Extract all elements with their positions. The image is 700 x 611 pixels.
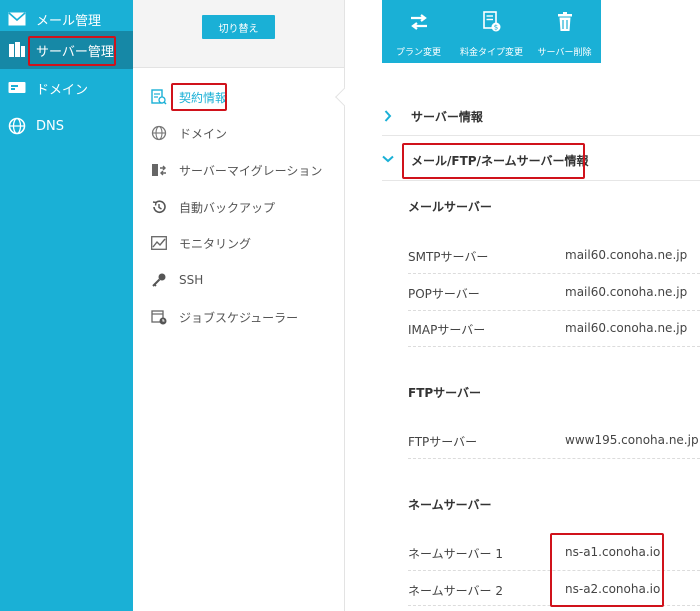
mail-icon	[6, 8, 28, 30]
swap-arrows-icon	[408, 11, 430, 33]
row-divider	[408, 273, 700, 274]
submenu-item-monitoring[interactable]: モニタリング	[150, 231, 251, 255]
highlight-box	[550, 533, 664, 607]
row-divider	[408, 458, 700, 459]
nameserver-title: ネームサーバー	[408, 498, 492, 512]
submenu-item-backup[interactable]: 自動バックアップ	[150, 195, 275, 219]
row-divider	[408, 346, 700, 347]
trash-icon	[554, 11, 576, 33]
main-content: プラン変更 $ 料金タイプ変更 サーバー削除 サーバー情報 メール/FTP/ネー…	[345, 0, 700, 611]
contract-icon	[150, 88, 168, 106]
smtp-server-label: SMTPサーバー	[408, 250, 489, 264]
svg-text:$: $	[493, 24, 497, 32]
chevron-right-icon[interactable]	[382, 110, 394, 122]
nav-item-label: メール管理	[36, 13, 102, 29]
highlight-box	[402, 143, 585, 179]
scheduler-icon	[150, 308, 168, 326]
submenu-item-label: 自動バックアップ	[179, 200, 276, 215]
section-header-server-info[interactable]: サーバー情報	[411, 104, 483, 128]
domain-icon	[6, 77, 28, 99]
row-divider	[408, 310, 700, 311]
nav-item-dns[interactable]: DNS	[0, 107, 133, 145]
server-delete-label: サーバー削除	[537, 48, 592, 58]
plan-change-label: プラン変更	[395, 48, 441, 58]
submenu-item-label: SSH	[179, 273, 204, 287]
submenu-item-ssh[interactable]: SSH	[150, 268, 203, 292]
pop-server-value: mail60.conoha.ne.jp	[565, 285, 688, 299]
nav-item-label: ドメイン	[36, 82, 89, 98]
migration-icon	[150, 161, 168, 179]
nameserver-2-label: ネームサーバー 2	[408, 584, 503, 598]
submenu-item-label: サーバーマイグレーション	[179, 163, 323, 178]
price-document-icon: $	[481, 11, 503, 33]
submenu-item-migration[interactable]: サーバーマイグレーション	[150, 158, 322, 182]
monitoring-icon	[150, 234, 168, 252]
ftp-server-value: www195.conoha.ne.jp	[565, 433, 699, 447]
mail-server-title: メールサーバー	[408, 200, 492, 214]
nameserver-1-label: ネームサーバー 1	[408, 547, 503, 561]
submenu-item-label: ドメイン	[179, 126, 228, 141]
globe-icon	[6, 115, 28, 137]
price-type-change-label: 料金タイプ変更	[459, 48, 523, 58]
backup-icon	[150, 198, 168, 216]
highlight-box	[28, 36, 116, 66]
nav-item-label: DNS	[36, 118, 64, 134]
key-icon	[150, 271, 168, 289]
switch-button[interactable]: 切り替え	[202, 15, 275, 39]
main-navigation: メール管理 サーバー管理 ドメイン DNS	[0, 0, 133, 611]
divider	[382, 135, 700, 136]
chevron-down-icon[interactable]	[382, 153, 394, 165]
submenu-header: 切り替え	[133, 0, 344, 68]
nav-item-domain[interactable]: ドメイン	[0, 69, 133, 107]
submenu-item-label: ジョブスケジューラー	[179, 310, 299, 325]
server-delete-button[interactable]: サーバー削除	[528, 0, 601, 63]
pop-server-label: POPサーバー	[408, 287, 480, 301]
imap-server-label: IMAPサーバー	[408, 323, 486, 337]
plan-change-button[interactable]: プラン変更	[382, 0, 455, 63]
highlight-box	[171, 83, 227, 111]
ftp-server-title: FTPサーバー	[408, 386, 482, 400]
price-type-change-button[interactable]: $ 料金タイプ変更	[455, 0, 528, 63]
server-icon	[6, 39, 28, 61]
globe-icon	[150, 124, 168, 142]
ftp-server-label: FTPサーバー	[408, 435, 478, 449]
submenu-item-job-scheduler[interactable]: ジョブスケジューラー	[150, 305, 298, 329]
submenu-item-domain[interactable]: ドメイン	[150, 121, 227, 145]
divider	[382, 180, 700, 181]
imap-server-value: mail60.conoha.ne.jp	[565, 321, 688, 335]
smtp-server-value: mail60.conoha.ne.jp	[565, 248, 688, 262]
submenu-item-label: モニタリング	[179, 236, 252, 251]
server-submenu: 切り替え 契約情報 ドメイン サーバーマイグレーション 自動バックアップ モニタ…	[133, 0, 345, 611]
